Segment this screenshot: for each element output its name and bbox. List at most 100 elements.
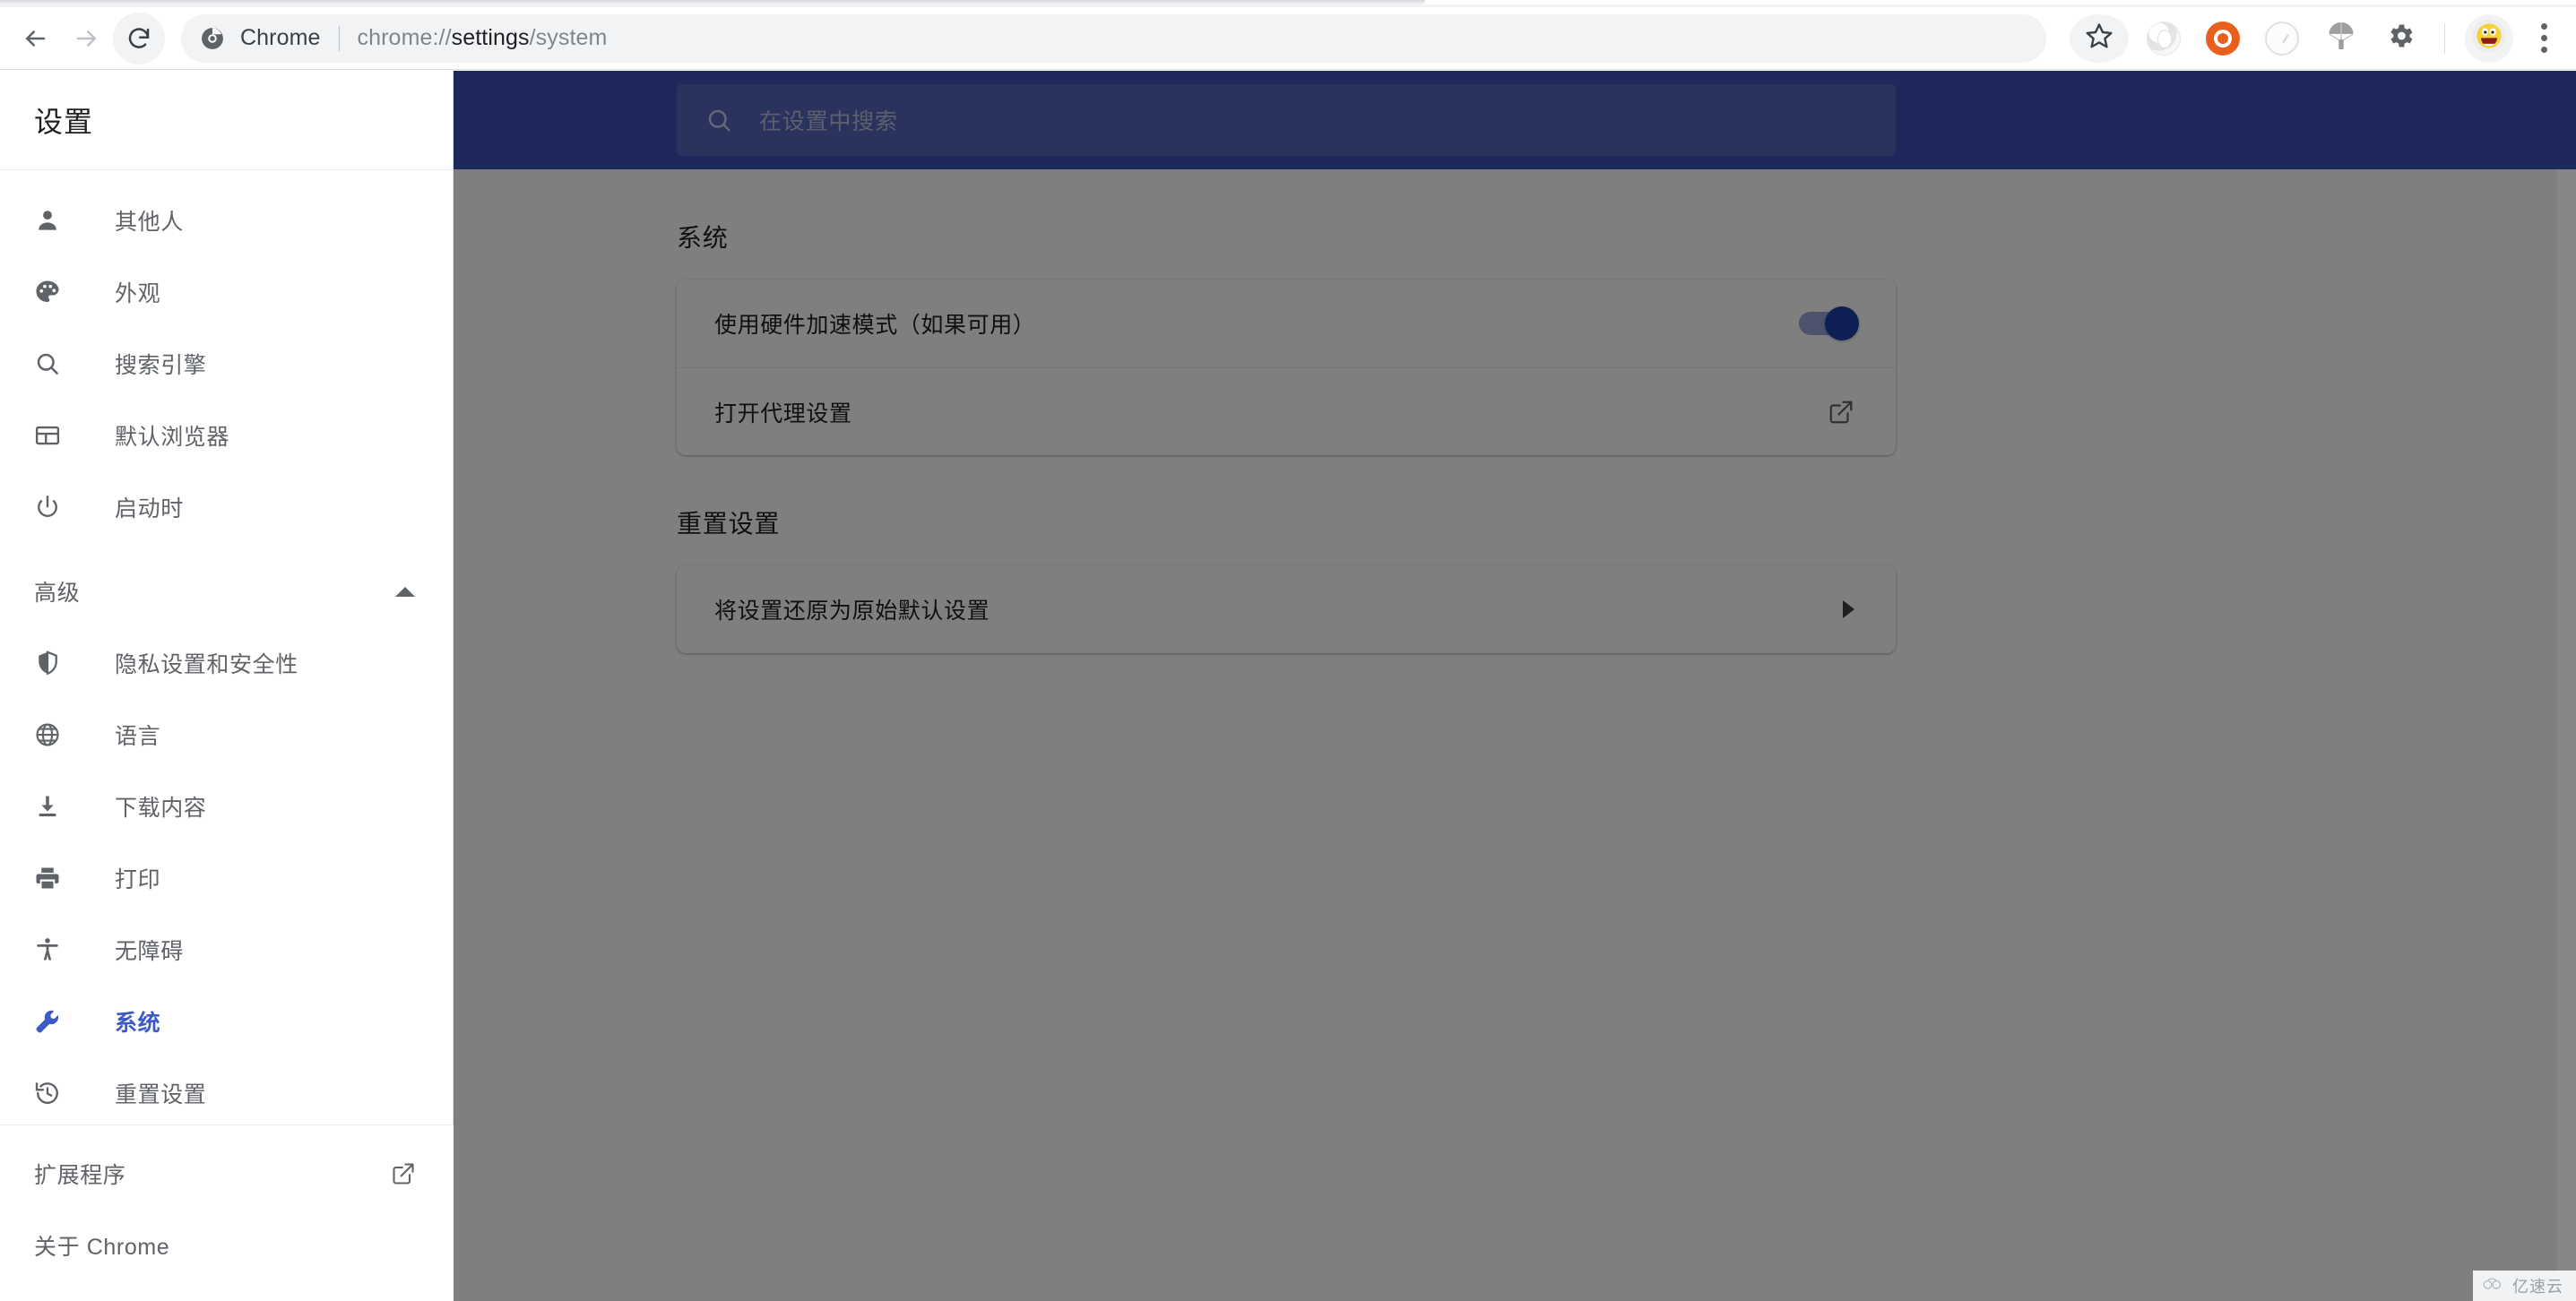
browser-toolbar: Chrome chrome://settings/system xyxy=(0,7,2576,70)
sidebar-footer-label: 关于 Chrome xyxy=(34,1235,170,1260)
external-link-icon[interactable] xyxy=(391,1161,416,1186)
settings-main: 在设置中搜索 系统 使用硬件加速模式（如果可用） 打开代理设置 重置设置 将设置… xyxy=(454,71,2576,1301)
system-settings-card: 使用硬件加速模式（如果可用） 打开代理设置 xyxy=(677,280,1896,455)
url-strong: settings xyxy=(451,25,530,50)
address-bar[interactable]: Chrome chrome://settings/system xyxy=(181,13,2046,63)
settings-sidebar: 设置 其他人 外观 搜索引擎 默认浏览器 启动时 高级 隐私设置和安全性 语言 … xyxy=(0,71,454,1301)
sidebar-item-system[interactable]: 系统 xyxy=(0,986,453,1057)
page-title: 设置 xyxy=(0,71,453,170)
hardware-acceleration-toggle[interactable] xyxy=(1799,306,1859,340)
omnibox-url: chrome://settings/system xyxy=(358,25,608,51)
sidebar-item-appearance[interactable]: 外观 xyxy=(0,256,453,328)
search-icon xyxy=(705,107,732,134)
section-title-reset: 重置设置 xyxy=(677,510,781,538)
download-icon xyxy=(34,793,73,820)
watermark-text: 亿速云 xyxy=(2512,1278,2563,1296)
power-icon xyxy=(34,494,73,521)
shield-icon xyxy=(34,650,73,676)
sidebar-item-label: 打印 xyxy=(115,867,161,892)
menu-dot xyxy=(2540,35,2547,41)
reload-icon xyxy=(125,25,152,52)
extension-gear-icon xyxy=(2385,21,2416,56)
sidebar-item-label: 默认浏览器 xyxy=(115,425,230,450)
toolbar-actions xyxy=(2064,13,2576,63)
three-dot-menu-icon[interactable] xyxy=(2524,14,2563,63)
settings-page: 在设置中搜索 系统 使用硬件加速模式（如果可用） 打开代理设置 重置设置 将设置… xyxy=(0,71,2576,1301)
extension-parachute-button[interactable] xyxy=(2317,14,2365,63)
row-label-open-proxy-settings: 打开代理设置 xyxy=(714,401,852,426)
row-open-proxy-settings[interactable]: 打开代理设置 xyxy=(677,367,1896,455)
extension-gear-button[interactable] xyxy=(2376,14,2425,63)
browser-window: Chrome chrome://settings/system 在设置中搜索 系… xyxy=(0,0,2576,1301)
url-prefix: chrome:// xyxy=(357,25,452,50)
sidebar-item-privacy-security[interactable]: 隐私设置和安全性 xyxy=(0,627,453,699)
settings-search-header: 在设置中搜索 xyxy=(454,71,2576,169)
sidebar-item-downloads[interactable]: 下载内容 xyxy=(0,771,453,842)
chrome-logo-icon xyxy=(201,27,224,50)
tab-strip xyxy=(0,0,2576,7)
page-scrollbar[interactable] xyxy=(2556,169,2576,1301)
sidebar-footer-label: 扩展程序 xyxy=(34,1163,126,1188)
sidebar-item-label: 系统 xyxy=(115,1011,161,1036)
sidebar-item-people[interactable]: 其他人 xyxy=(0,185,453,256)
sidebar-item-search-engine[interactable]: 搜索引擎 xyxy=(0,328,453,400)
profile-avatar-button[interactable] xyxy=(2465,13,2513,63)
sidebar-item-label: 搜索引擎 xyxy=(115,353,207,378)
search-input[interactable]: 在设置中搜索 xyxy=(677,84,1896,156)
back-button[interactable] xyxy=(9,13,61,65)
sidebar-item-default-browser[interactable]: 默认浏览器 xyxy=(0,400,453,471)
sidebar-item-label: 外观 xyxy=(115,281,161,306)
url-suffix: /system xyxy=(529,25,608,50)
toggle-knob xyxy=(1825,306,1859,340)
accessibility-icon xyxy=(34,936,73,963)
settings-content-inner: 系统 使用硬件加速模式（如果可用） 打开代理设置 重置设置 将设置还原为原始默认… xyxy=(677,169,1896,653)
sidebar-item-extensions[interactable]: 扩展程序 xyxy=(0,1138,454,1210)
sidebar-item-label: 无障碍 xyxy=(115,939,184,964)
row-restore-defaults[interactable]: 将设置还原为原始默认设置 xyxy=(677,565,1896,653)
globe-icon xyxy=(34,721,73,748)
sidebar-section-advanced[interactable]: 高级 xyxy=(0,556,453,627)
row-hardware-acceleration[interactable]: 使用硬件加速模式（如果可用） xyxy=(677,280,1896,367)
extension-ring-button[interactable] xyxy=(2139,14,2188,63)
search-icon xyxy=(34,350,73,377)
section-title-system: 系统 xyxy=(677,224,729,252)
forward-button[interactable] xyxy=(61,13,113,65)
extension-orange-icon xyxy=(2206,21,2240,56)
row-label-restore-defaults: 将设置还原为原始默认设置 xyxy=(714,599,990,624)
palette-icon xyxy=(34,279,73,306)
sidebar-item-label: 其他人 xyxy=(115,210,184,235)
sidebar-item-label: 语言 xyxy=(115,724,161,749)
sidebar-footer: 扩展程序 关于 Chrome xyxy=(0,1124,454,1301)
sidebar-section-label: 高级 xyxy=(34,581,81,606)
wrench-icon xyxy=(34,1008,73,1035)
toolbar-divider xyxy=(2444,22,2445,54)
sidebar-item-languages[interactable]: 语言 xyxy=(0,699,453,771)
sidebar-item-on-startup[interactable]: 启动时 xyxy=(0,471,453,543)
back-arrow-icon xyxy=(22,25,48,52)
star-outline-icon xyxy=(2085,22,2114,55)
forward-arrow-icon xyxy=(73,25,100,52)
sidebar-item-printing[interactable]: 打印 xyxy=(0,842,453,914)
menu-dot xyxy=(2540,47,2547,53)
extension-parachute-icon xyxy=(2325,20,2357,56)
sidebar-item-reset-settings[interactable]: 重置设置 xyxy=(0,1057,453,1129)
sidebar-item-about-chrome[interactable]: 关于 Chrome xyxy=(0,1210,454,1281)
sidebar-item-label: 下载内容 xyxy=(115,796,207,821)
reload-button[interactable] xyxy=(113,12,165,65)
extension-speedometer-icon xyxy=(2265,21,2299,56)
browser-window-icon xyxy=(34,422,73,449)
bookmark-button[interactable] xyxy=(2070,13,2129,63)
cloud-logo-icon xyxy=(2482,1277,2505,1296)
extension-speedometer-button[interactable] xyxy=(2258,14,2306,63)
sidebar-nav-list: 其他人 外观 搜索引擎 默认浏览器 启动时 高级 隐私设置和安全性 语言 下载内… xyxy=(0,170,453,1129)
omnibox-divider xyxy=(338,25,340,51)
sidebar-item-label: 启动时 xyxy=(115,496,184,521)
chevron-right-icon[interactable] xyxy=(1843,600,1854,618)
reset-settings-card: 将设置还原为原始默认设置 xyxy=(677,565,1896,653)
watermark: 亿速云 xyxy=(2473,1271,2576,1301)
caret-up-icon[interactable] xyxy=(395,586,415,597)
sidebar-item-accessibility[interactable]: 无障碍 xyxy=(0,914,453,986)
external-link-icon[interactable] xyxy=(1828,399,1854,426)
extension-orange-button[interactable] xyxy=(2199,14,2247,63)
omnibox-app-name: Chrome xyxy=(240,25,321,50)
